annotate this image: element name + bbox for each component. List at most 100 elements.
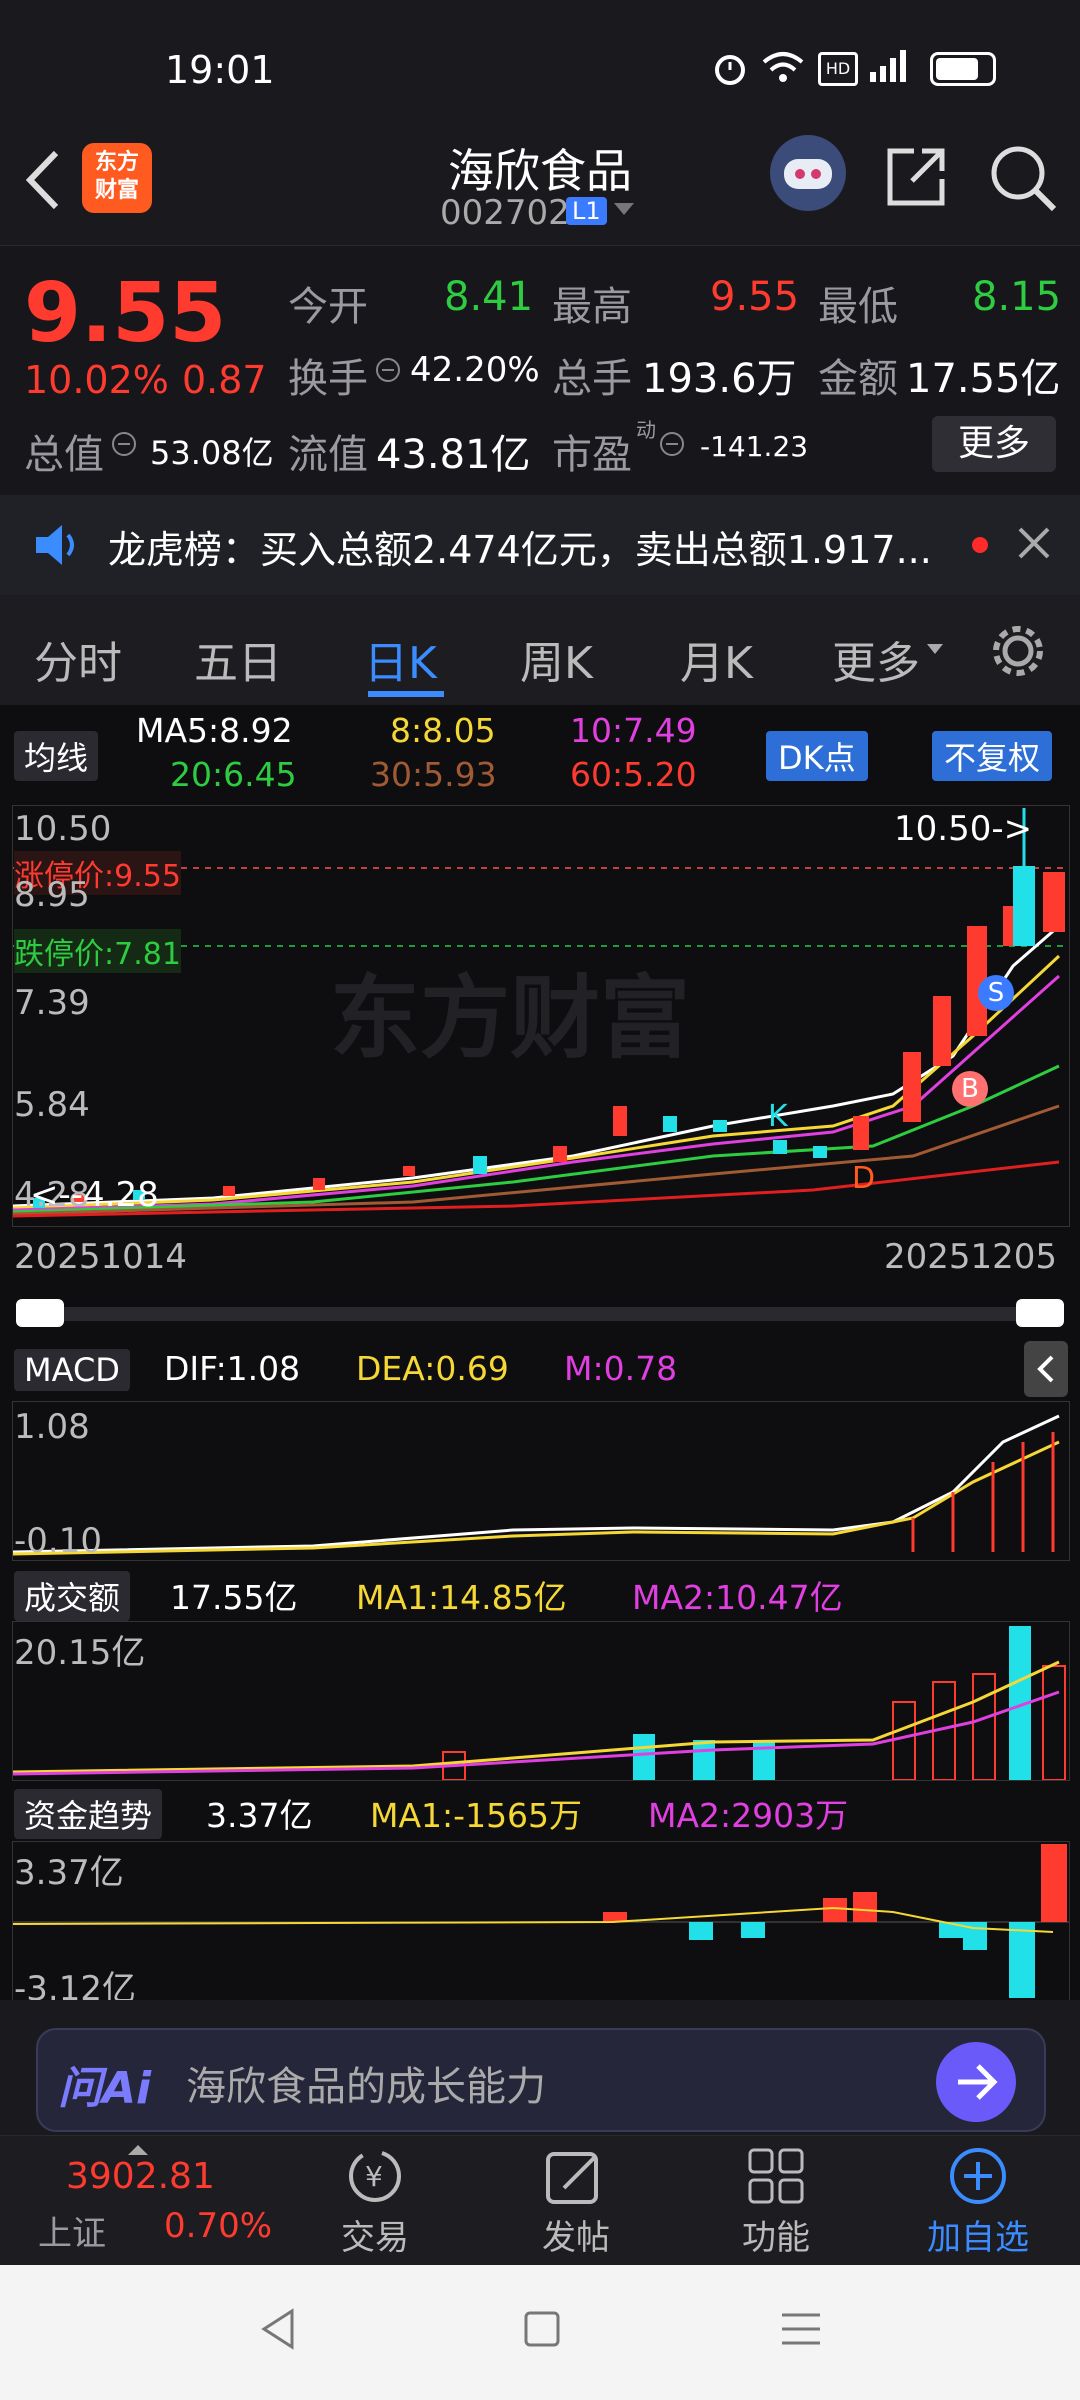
chart-area: 均线 MA5:8.92 8:8.05 10:7.49 20:6.45 30:5.…	[0, 705, 1080, 2009]
volume-chart[interactable]	[12, 1621, 1070, 1781]
more-button[interactable]: 更多	[932, 416, 1056, 472]
amount-label: 金额	[818, 356, 898, 402]
battery-icon	[930, 52, 996, 86]
hd-icon: HD	[818, 52, 858, 86]
ai-logo: 问Ai	[58, 2063, 152, 2114]
nav-add-watchlist[interactable]: 加自选	[898, 2210, 1058, 2259]
slider-handle-left[interactable]	[16, 1299, 64, 1327]
current-price: 9.55	[24, 266, 227, 361]
y-axis-label-3: 7.39	[14, 983, 90, 1023]
ma30-value: 30:5.93	[370, 755, 497, 794]
tab-more[interactable]: 更多	[832, 627, 920, 691]
info-icon[interactable]	[110, 430, 138, 462]
search-icon[interactable]	[988, 143, 1058, 217]
high-value: 9.55	[710, 274, 800, 320]
tab-monthly-k[interactable]: 月K	[680, 627, 753, 691]
volume-ma1: MA1:14.85亿	[356, 1578, 567, 1617]
chevron-down-icon[interactable]	[612, 199, 636, 223]
low-label: 最低	[818, 284, 898, 330]
post-icon[interactable]	[544, 2146, 604, 2210]
open-value: 8.41	[444, 274, 534, 320]
date-end: 20251205	[884, 1237, 1058, 1277]
tab-intraday[interactable]: 分时	[34, 627, 122, 691]
collapse-panel-button[interactable]	[1024, 1341, 1068, 1397]
low-value: 8.15	[972, 274, 1062, 320]
total-mv-value: 53.08亿	[150, 434, 274, 472]
adjust-button[interactable]: 不复权	[932, 731, 1053, 781]
fund-chart[interactable]	[12, 1841, 1070, 2001]
info-icon[interactable]	[658, 430, 686, 462]
macd-selector[interactable]: MACD	[14, 1349, 130, 1391]
active-tab-indicator	[368, 691, 444, 697]
change-abs: 0.87	[182, 358, 267, 402]
date-start: 20251014	[14, 1237, 188, 1277]
fund-y-top: 3.37亿	[14, 1853, 124, 1893]
amount-value: 17.55亿	[906, 356, 1061, 402]
macd-m: M:0.78	[564, 1349, 678, 1388]
slider-handle-right[interactable]	[1016, 1299, 1064, 1327]
volume-value: 193.6万	[642, 356, 797, 402]
buy-signal-badge[interactable]: B	[952, 1071, 988, 1107]
nav-function[interactable]: 功能	[696, 2210, 856, 2259]
volume-y-top: 20.15亿	[14, 1633, 146, 1673]
index-value[interactable]: 3902.81	[66, 2156, 215, 2197]
y-axis-label-2: 8.95	[14, 875, 90, 915]
trade-icon[interactable]: ¥	[340, 2146, 410, 2210]
turnover-label: 换手	[288, 356, 368, 402]
status-time: 19:01	[165, 48, 275, 92]
close-icon[interactable]	[1016, 525, 1052, 565]
limit-down-label: 跌停价:7.81	[14, 929, 181, 973]
dk-point-button[interactable]: DK点	[766, 731, 868, 781]
macd-chart[interactable]	[12, 1401, 1070, 1561]
chevron-down-icon[interactable]	[926, 641, 944, 660]
nav-post[interactable]: 发帖	[496, 2210, 656, 2259]
chart-range-slider[interactable]	[16, 1307, 1056, 1321]
nav-trade[interactable]: 交易	[295, 2210, 455, 2259]
ma8-value: 8:8.05	[390, 711, 496, 750]
index-name[interactable]: 上证	[38, 2206, 106, 2255]
ma-selector[interactable]: 均线	[14, 731, 99, 781]
macd-dea: DEA:0.69	[356, 1349, 509, 1388]
tab-daily-k[interactable]: 日K	[364, 627, 437, 691]
robot-assistant-icon[interactable]	[770, 135, 846, 211]
add-circle-icon[interactable]	[948, 2146, 1008, 2210]
ticker-text: 龙虎榜：买入总额2.474亿元，卖出总额1.917...	[108, 528, 932, 572]
gear-icon[interactable]	[990, 623, 1046, 683]
float-mv-label: 流值	[288, 432, 368, 478]
share-icon[interactable]	[884, 145, 948, 213]
unread-dot	[972, 537, 988, 553]
ma60-value: 60:5.20	[570, 755, 697, 794]
stock-code: 002702	[440, 193, 570, 233]
level-badge[interactable]: L1	[566, 197, 607, 225]
index-pct[interactable]: 0.70%	[164, 2206, 272, 2246]
alarm-icon	[712, 50, 748, 90]
sell-signal-badge[interactable]: S	[978, 975, 1014, 1011]
fund-selector[interactable]: 资金趋势	[14, 1789, 163, 1839]
home-square-icon[interactable]	[522, 2309, 562, 2353]
macd-dif: DIF:1.08	[164, 1349, 301, 1388]
fund-ma1: MA1:-1565万	[370, 1796, 583, 1835]
back-triangle-icon[interactable]	[258, 2307, 298, 2355]
tab-weekly-k[interactable]: 周K	[520, 627, 593, 691]
k-marker: K	[768, 1099, 788, 1134]
tab-five-day[interactable]: 五日	[194, 627, 282, 691]
volume-selector[interactable]: 成交额	[14, 1571, 131, 1621]
watermark: 东方财富	[330, 966, 690, 1071]
info-icon[interactable]	[374, 356, 402, 388]
open-label: 今开	[288, 284, 368, 330]
macd-y-top: 1.08	[14, 1407, 90, 1447]
ticker-banner[interactable]: 龙虎榜：买入总额2.474亿元，卖出总额1.917...	[0, 495, 1080, 595]
ma5-value: MA5:8.92	[136, 711, 293, 750]
pe-label: 市盈	[552, 432, 632, 478]
function-grid-icon[interactable]	[748, 2148, 804, 2208]
total-mv-label: 总值	[24, 432, 104, 478]
status-bar: 19:01 HD	[0, 0, 1080, 135]
d-marker: D	[852, 1161, 876, 1196]
send-arrow-icon[interactable]	[936, 2042, 1016, 2122]
fund-ma2: MA2:2903万	[648, 1796, 849, 1835]
menu-icon[interactable]	[780, 2309, 822, 2353]
pe-value: -141.23	[700, 430, 809, 463]
ai-prompt: 海欣食品的成长能力	[186, 2064, 546, 2110]
wifi-icon	[762, 50, 804, 88]
fund-value: 3.37亿	[206, 1796, 313, 1835]
